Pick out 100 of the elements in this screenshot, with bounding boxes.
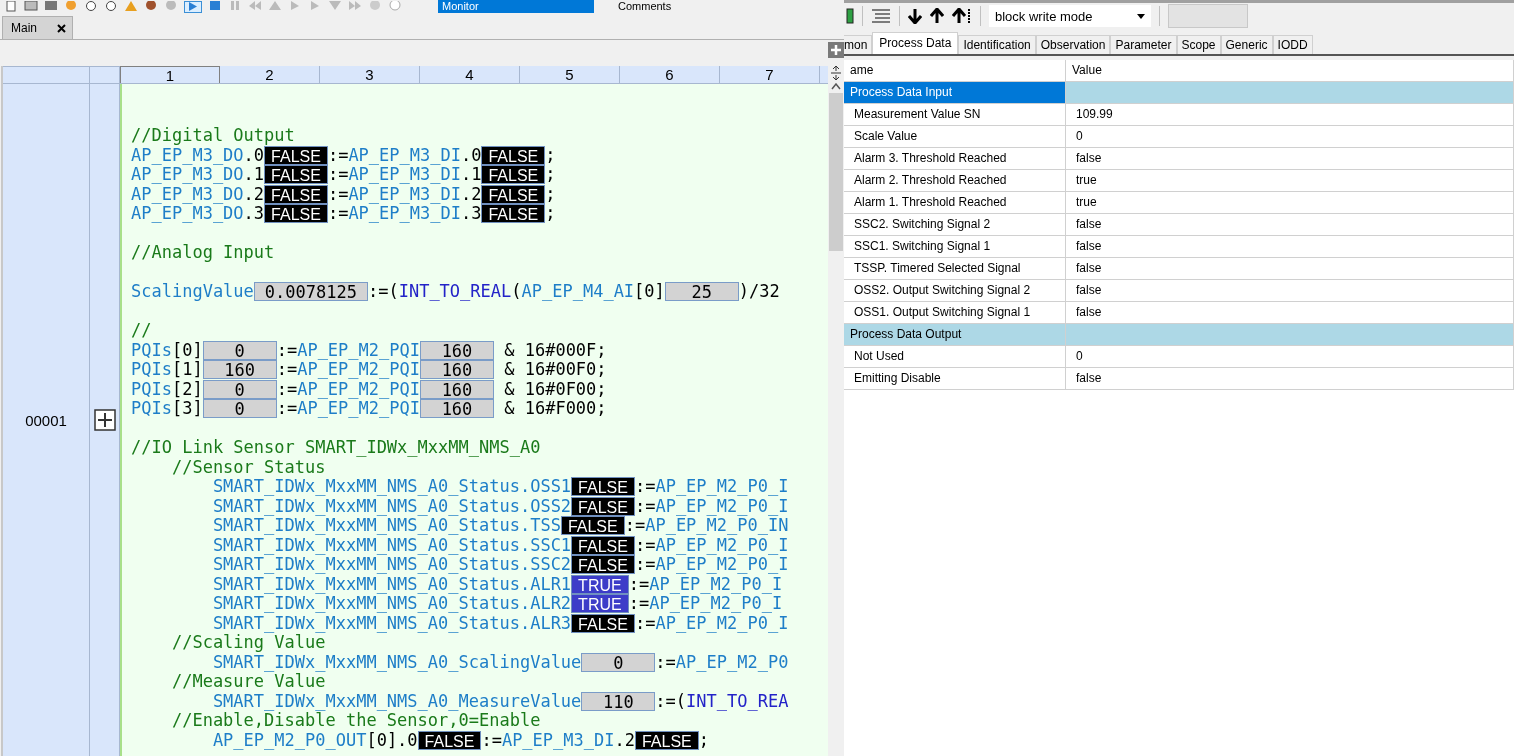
code-operator: [0].0 [366, 730, 418, 750]
value-display: 25 [664, 282, 739, 302]
mode-dropdown[interactable]: Monitor [438, 0, 594, 13]
warning-icon[interactable] [124, 1, 138, 12]
code-operator: := [327, 165, 349, 185]
variable-name: AP_EP_M2_P0_OUT [211, 730, 367, 750]
write-mode-dropdown[interactable]: block write mode [989, 5, 1151, 27]
code-operator: := [628, 594, 650, 614]
column-header: 2 [220, 66, 320, 83]
value-display: 0 [202, 379, 277, 399]
property-value[interactable]: false [1066, 236, 1514, 257]
code-operator: .3 [460, 204, 482, 224]
add-button[interactable] [828, 42, 844, 58]
panel-tab[interactable]: Scope [1176, 35, 1221, 54]
code-operator: ; [698, 730, 710, 750]
variable-name: AP_EP_M2_P0_I [649, 574, 783, 594]
variable-name: AP_EP_M2_P0_IN [645, 516, 789, 536]
property-value[interactable]: 109.99 [1066, 104, 1514, 125]
code-operator: ; [545, 145, 556, 165]
scroll-up-icon[interactable] [831, 83, 841, 90]
code-comment: //Scaling Value [170, 633, 326, 653]
arrow-up-bars-icon[interactable] [952, 8, 972, 24]
expand-icon[interactable] [93, 409, 116, 431]
property-value[interactable]: false [1066, 302, 1514, 323]
code-operator: .3 [243, 204, 265, 224]
property-value[interactable]: false [1066, 214, 1514, 235]
code-operator: ; [545, 184, 556, 204]
property-name: SSC2. Switching Signal 2 [844, 214, 1066, 235]
variable-name: AP_EP_M2_P0_I [649, 594, 783, 614]
play-button[interactable] [184, 0, 202, 13]
variable-name: PQIs [131, 379, 172, 399]
variable-name: AP_EP_M2_P0 [675, 652, 789, 672]
stop-icon[interactable] [208, 1, 222, 12]
panel-tab[interactable]: IODD [1272, 35, 1313, 54]
variable-name: PQIs [131, 360, 172, 380]
group-row[interactable]: Process Data Input [844, 82, 1066, 103]
property-value[interactable]: true [1066, 170, 1514, 191]
code-operator: := [276, 379, 298, 399]
value-display: FALSE [481, 204, 546, 224]
property-value[interactable]: 0 [1066, 346, 1514, 367]
code-operator: := [634, 613, 656, 633]
panel-tab[interactable]: Process Data [872, 32, 959, 54]
value-display: 0 [202, 340, 277, 360]
line-number-cell: 00001 [3, 84, 90, 756]
variable-name: AP_EP_M2_PQI [297, 399, 420, 419]
list-icon[interactable] [871, 8, 891, 24]
value-display: 160 [420, 399, 494, 419]
code-comment: //Analog Input [131, 243, 275, 263]
panel-tab[interactable]: mon [844, 35, 873, 54]
group-row[interactable]: Process Data Output [844, 324, 1066, 345]
value-display: FALSE [264, 145, 328, 165]
value-display: FALSE [560, 516, 625, 536]
variable-name: SMART_IDWx_MxxMM_NMS_A0_Status.ALR3 [211, 613, 572, 633]
panel-tab[interactable]: Identification [958, 35, 1036, 54]
code-operator: := [276, 340, 298, 360]
value-display: 160 [420, 379, 494, 399]
arrow-down-icon[interactable] [908, 8, 922, 24]
property-value[interactable]: false [1066, 258, 1514, 279]
property-value[interactable]: 0 [1066, 126, 1514, 147]
variable-name: AP_EP_M3_DO [131, 145, 244, 165]
variable-name: AP_EP_M2_P0_I [655, 613, 789, 633]
close-icon[interactable] [57, 23, 66, 33]
code-comment: //Digital Output [131, 126, 295, 146]
property-value[interactable]: true [1066, 192, 1514, 213]
value-display: FALSE [264, 165, 328, 185]
caret-icon[interactable] [1137, 13, 1145, 19]
property-value[interactable]: false [1066, 280, 1514, 301]
battery-icon[interactable] [846, 8, 854, 24]
editor-tab[interactable]: Main [2, 16, 73, 39]
column-header: 1 [120, 66, 220, 83]
column-header: 4 [420, 66, 520, 83]
input-field[interactable] [1168, 4, 1248, 28]
value-display: 0 [202, 399, 277, 419]
splitter-icon[interactable] [830, 66, 842, 80]
variable-name: AP_EP_M3_DI [348, 145, 461, 165]
code-comment: //Measure Value [170, 672, 326, 692]
code-operator: ; [545, 204, 556, 224]
code-operator: := [655, 652, 676, 672]
panel-tab[interactable]: Generic [1220, 35, 1273, 54]
panel-tab[interactable]: Parameter [1110, 35, 1177, 54]
code-operator: ( [511, 282, 522, 302]
variable-name: AP_EP_M3_DI [348, 184, 461, 204]
property-name: Scale Value [844, 126, 1066, 147]
code-operator: ; [545, 165, 556, 185]
property-value[interactable]: false [1066, 368, 1514, 389]
value-display: FALSE [481, 165, 546, 185]
arrow-up-icon[interactable] [930, 8, 944, 24]
panel-tab[interactable]: Observation [1035, 35, 1111, 54]
code-comment: //IO Link Sensor SMART_IDWx_MxxMM_NMS_A0 [131, 438, 541, 458]
function-name: INT_TO_REA [686, 691, 789, 711]
property-name: Alarm 3. Threshold Reached [844, 148, 1066, 169]
document-icon[interactable] [4, 1, 18, 12]
property-name: OSS2. Output Switching Signal 2 [844, 280, 1066, 301]
variable-name: AP_EP_M2_PQI [297, 360, 420, 380]
property-value[interactable]: false [1066, 148, 1514, 169]
value-display: FALSE [571, 535, 635, 555]
code-operator: := [634, 535, 656, 555]
value-display: TRUE [571, 574, 629, 594]
value-display: FALSE [417, 730, 482, 750]
scrollbar-thumb[interactable] [829, 93, 843, 251]
